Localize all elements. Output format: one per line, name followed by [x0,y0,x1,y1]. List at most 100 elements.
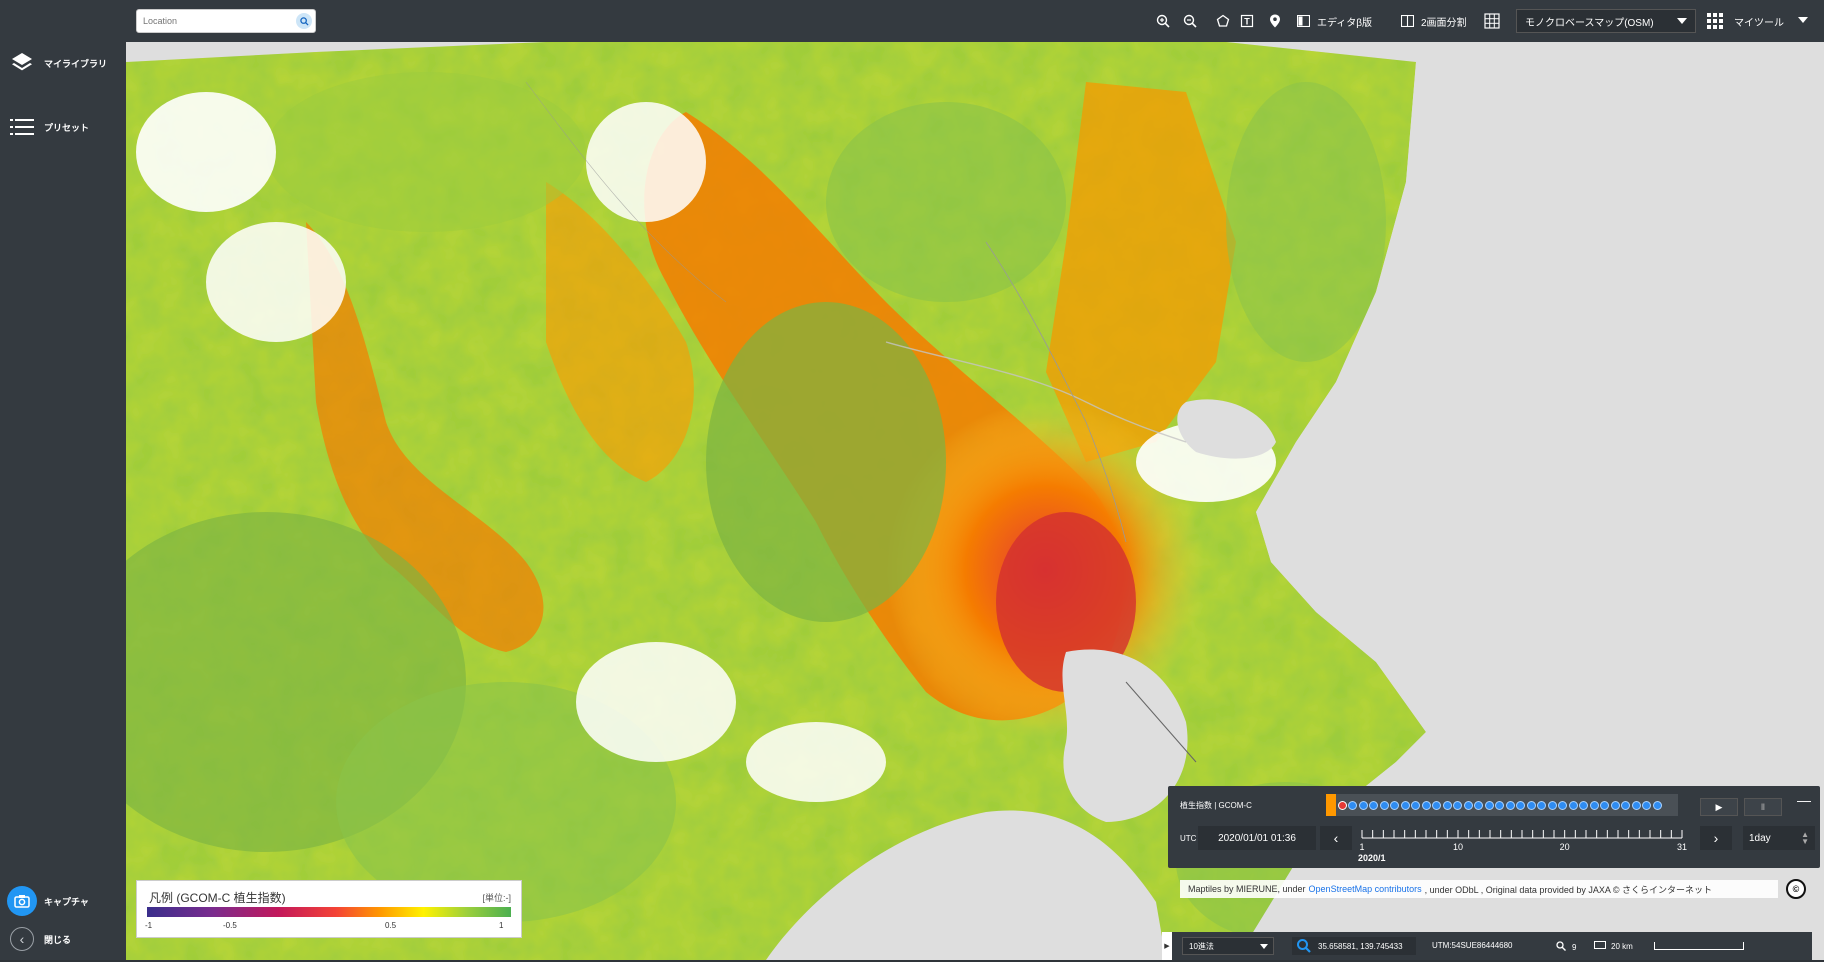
grid-icon [1481,10,1503,32]
legend-color-bar [147,907,511,917]
minimize-button[interactable]: — [1794,792,1814,808]
day-dot[interactable] [1337,800,1347,810]
day-dots[interactable] [1326,794,1678,816]
chevron-right-icon: ▶ [1164,943,1170,950]
day-dot[interactable] [1442,800,1452,810]
next-step-button[interactable]: › [1700,826,1732,850]
day-dot[interactable] [1495,800,1504,810]
day-dot[interactable] [1390,800,1399,810]
day-dot[interactable] [1348,800,1357,810]
minus-icon: — [1797,792,1811,808]
editor-label: エディタβ版 [1317,17,1373,29]
camera-icon [7,886,37,916]
sidebar-item-close[interactable]: ‹ 閉じる [0,916,126,962]
interval-select[interactable]: 1day ▲ ▼ [1743,826,1815,850]
day-dot[interactable] [1432,800,1441,810]
legend-tick: 0.5 [385,921,397,930]
legend-unit: [単位:-] [482,893,512,903]
split-screen-icon [1396,10,1418,32]
updown-icon: ▲ ▼ [1801,830,1809,846]
day-dot[interactable] [1369,800,1378,810]
day-dot[interactable] [1558,800,1567,810]
day-dot[interactable] [1358,800,1368,810]
day-dot[interactable] [1610,800,1620,810]
day-dot[interactable] [1453,800,1462,810]
pause-button[interactable]: Ⅱ [1744,798,1782,816]
day-dot[interactable] [1421,800,1431,810]
location-search [136,9,316,33]
time-slider-panel: 植生指数 | GCOM-C ▶ Ⅱ — UTC 2020/01/01 01:36… [1168,786,1820,868]
status-bar: 10進法 35.658581, 139.745433 UTM:54SUE8644… [1172,932,1812,960]
zoom-in-icon [1152,10,1174,32]
basemap-select[interactable]: モノクロベースマップ(OSM) [1516,9,1696,33]
search-icon[interactable] [296,13,312,29]
day-dots-list [1336,800,1662,810]
statusbar-toggle[interactable]: ▶ [1162,932,1172,960]
draw-text-button[interactable]: T [1236,10,1258,32]
day-dot[interactable] [1579,800,1588,810]
attribution-suffix: , under ODbL , Original data provided by… [1424,884,1713,895]
day-dot[interactable] [1547,800,1557,810]
ruler-icon [1594,941,1606,951]
scale-distance: 20 km [1594,941,1633,951]
coordinate-display[interactable]: 35.658581, 139.745433 [1292,937,1416,955]
sidebar-item-preset[interactable]: プリセット [0,104,126,150]
distance-value: 20 km [1611,941,1633,951]
projection-select[interactable]: 10進法 [1182,937,1274,955]
zoom-value: 9 [1572,942,1577,952]
layers-icon [0,41,44,85]
location-search-input[interactable] [143,13,293,29]
svg-text:T: T [1244,17,1250,27]
day-dot[interactable] [1631,800,1641,810]
grid-button[interactable] [1481,10,1503,32]
editor-icon [1292,10,1314,32]
day-dot[interactable] [1526,800,1536,810]
day-dot[interactable] [1568,800,1578,810]
split-screen-button[interactable]: 2画面分割 [1396,10,1467,32]
mytool-label: マイツール [1734,17,1784,29]
day-dot[interactable] [1400,800,1410,810]
datetime-display[interactable]: 2020/01/01 01:36 [1198,826,1316,850]
day-dot[interactable] [1652,800,1662,810]
chevron-left-icon: ‹ [1333,830,1339,846]
mytool-menu[interactable]: マイツール [1704,9,1814,33]
chevron-left-icon: ‹ [10,927,34,951]
text-box-icon: T [1236,10,1258,32]
timeline-handle[interactable] [1326,794,1336,816]
draw-polygon-button[interactable] [1212,10,1234,32]
scale-ticks [1361,830,1683,839]
place-marker-button[interactable] [1264,10,1286,32]
legend-tick: -1 [145,921,153,930]
chevron-down-icon [1260,944,1268,949]
play-icon: ▶ [1715,801,1723,812]
sidebar-item-my-library[interactable]: マイライブラリ [0,40,126,86]
previous-step-button[interactable]: ‹ [1320,826,1352,850]
chevron-down-icon [1677,18,1687,24]
day-dot[interactable] [1474,800,1483,810]
day-dot[interactable] [1621,800,1630,810]
day-dot[interactable] [1642,800,1651,810]
utm-display: UTM:54SUE86444680 [1432,941,1513,950]
sidebar-label-capture: キャプチャ [44,896,89,907]
day-dot[interactable] [1537,800,1546,810]
day-dot[interactable] [1379,800,1389,810]
play-button[interactable]: ▶ [1700,798,1738,816]
legend-tick: -0.5 [223,921,237,930]
osm-link[interactable]: OpenStreetMap contributors [1309,884,1422,894]
sidebar-label-preset: プリセット [44,122,90,133]
day-dot[interactable] [1411,800,1420,810]
split-screen-label: 2画面分割 [1421,17,1467,29]
zoom-out-button[interactable] [1179,10,1201,32]
day-dot[interactable] [1600,800,1609,810]
day-dot[interactable] [1505,800,1515,810]
time-layer-name: 植生指数 | GCOM-C [1180,801,1252,810]
day-dot[interactable] [1589,800,1599,810]
day-dot[interactable] [1463,800,1473,810]
day-dot[interactable] [1484,800,1494,810]
search-icon [1296,938,1312,956]
day-scale[interactable]: 1 10 20 31 2020/1 [1358,828,1692,862]
editor-button[interactable]: エディタβ版 [1292,10,1372,32]
day-dot[interactable] [1516,800,1525,810]
pentagon-icon [1212,10,1234,32]
zoom-in-button[interactable] [1152,10,1174,32]
